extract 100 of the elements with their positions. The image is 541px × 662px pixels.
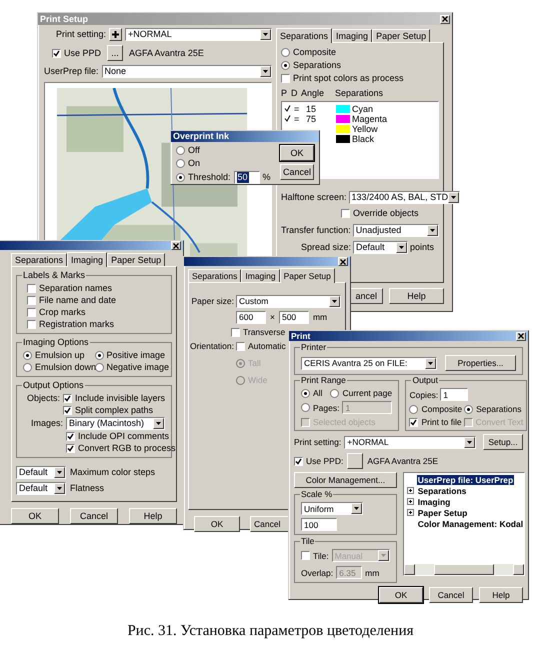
checkbox[interactable] (294, 456, 303, 466)
radio-button[interactable] (94, 363, 104, 372)
radio-button[interactable] (330, 388, 340, 398)
dropdown[interactable]: Custom (236, 295, 341, 308)
horizontal-scrollbar[interactable] (404, 564, 524, 575)
tab[interactable]: Paper Setup (107, 253, 166, 266)
checkbox[interactable] (231, 328, 240, 337)
checkbox[interactable] (62, 394, 72, 403)
tab[interactable]: Imaging (241, 269, 280, 282)
tab[interactable]: Separations (276, 28, 332, 43)
expand-icon[interactable] (406, 498, 414, 505)
close-button[interactable] (516, 332, 526, 340)
checkbox[interactable] (27, 320, 36, 329)
tree-item[interactable]: UserPrep file: UserPrep (416, 474, 514, 484)
dialog-button[interactable]: Color Management... (294, 472, 397, 488)
dropdown[interactable]: Binary (Macintosh) (66, 417, 165, 430)
checkbox[interactable] (236, 342, 245, 351)
tab[interactable]: Separations (11, 253, 68, 266)
tab[interactable]: Paper Setup (280, 268, 335, 283)
radio-button[interactable] (176, 159, 185, 168)
window-title: Print Setup (40, 14, 88, 24)
radio-button[interactable] (301, 388, 310, 398)
add-button[interactable] (109, 28, 122, 41)
expand-icon[interactable] (406, 509, 414, 516)
dropdown[interactable]: Default (353, 241, 408, 254)
radio-button[interactable] (23, 351, 32, 360)
checkbox[interactable] (301, 551, 310, 560)
radio-button[interactable] (301, 403, 310, 412)
dialog-button[interactable]: Setup... (483, 434, 523, 450)
dialog-button[interactable]: Help (479, 587, 523, 603)
radio-button[interactable] (281, 48, 290, 57)
checkbox[interactable] (409, 418, 418, 426)
tab[interactable]: Imaging (332, 29, 372, 42)
tree-item[interactable]: Paper Setup (416, 508, 468, 518)
dropdown[interactable]: Unadjusted (352, 224, 439, 237)
tab[interactable]: Paper Setup (372, 29, 430, 42)
dropdown[interactable]: 133/2400 AS, BAL, STD (348, 191, 460, 204)
close-icon (442, 16, 448, 22)
checkbox[interactable] (27, 296, 36, 305)
dialog-button[interactable]: Cancel (70, 508, 118, 524)
checkbox[interactable] (27, 284, 36, 293)
dialog-button[interactable]: Cancel (429, 587, 473, 603)
close-button[interactable] (440, 14, 450, 24)
dropdown[interactable]: +NORMAL (344, 436, 476, 448)
dropdown[interactable]: Default (16, 466, 66, 479)
checkbox[interactable] (66, 432, 75, 441)
list-cell: = (294, 104, 300, 114)
input-field[interactable]: 100 (301, 518, 337, 531)
close-button[interactable] (171, 241, 181, 250)
checkbox-label: Override objects (353, 208, 419, 219)
checkbox[interactable] (281, 74, 290, 83)
checkbox[interactable] (341, 209, 350, 218)
field-label: Print setting: (54, 29, 106, 40)
radio-button[interactable] (176, 173, 185, 182)
dropdown[interactable]: +NORMAL (125, 28, 272, 41)
dialog-button[interactable]: ... (107, 45, 124, 61)
dropdown[interactable]: None (102, 65, 272, 78)
tree-row[interactable]: Paper Setup (406, 507, 524, 518)
column-header: P (281, 88, 287, 99)
radio-button[interactable] (23, 363, 32, 372)
radio-button[interactable] (464, 404, 474, 414)
input-field[interactable]: 50 (234, 171, 260, 184)
checkbox-label: Registration marks (39, 319, 114, 330)
tree-item[interactable]: Separations (416, 486, 468, 496)
radio-button[interactable] (281, 61, 290, 70)
unit-label: % (262, 172, 271, 183)
expand-icon[interactable] (406, 487, 414, 494)
tree-item[interactable]: Imaging (416, 496, 452, 506)
tree-row[interactable]: UserPrep file: UserPrep (406, 474, 524, 485)
dialog-button[interactable]: Help (389, 288, 444, 304)
tree-row[interactable]: Imaging (406, 496, 524, 507)
dialog-button[interactable]: OK (379, 587, 423, 603)
dialog-button[interactable] (347, 453, 364, 469)
dialog-button[interactable]: OK (194, 516, 240, 532)
tree-row[interactable]: Color Management: Kodal (406, 518, 524, 529)
dialog-button[interactable]: OK (11, 508, 59, 524)
input-field[interactable]: 600 (236, 311, 266, 324)
dropdown[interactable]: CERIS Avantra 25 on FILE: (301, 356, 438, 370)
checkbox[interactable] (27, 308, 36, 317)
dropdown[interactable]: Default (16, 482, 66, 495)
dialog-button[interactable]: Help (129, 508, 177, 524)
checkbox-label: Transverse (243, 327, 286, 338)
checkbox[interactable] (62, 406, 72, 415)
checkbox[interactable] (52, 48, 61, 58)
input-field[interactable]: 1 (440, 388, 468, 401)
radio-button[interactable] (94, 351, 104, 360)
tree-item[interactable]: Color Management: Kodal (416, 518, 524, 528)
tab[interactable]: Imaging (67, 252, 108, 267)
checkbox[interactable] (66, 444, 75, 453)
radio-button[interactable] (176, 146, 185, 155)
tree-row[interactable]: Separations (406, 485, 524, 496)
dialog-button[interactable]: Cancel (280, 164, 314, 180)
radio-button[interactable] (409, 404, 418, 414)
dialog-button[interactable]: Properties... (445, 355, 516, 371)
caret-icon (430, 229, 435, 232)
dialog-button[interactable]: OK (280, 145, 314, 161)
dropdown[interactable]: Uniform (301, 502, 363, 515)
close-button[interactable] (338, 257, 348, 266)
tab[interactable]: Separations (188, 269, 242, 282)
input-field[interactable]: 500 (278, 311, 309, 324)
